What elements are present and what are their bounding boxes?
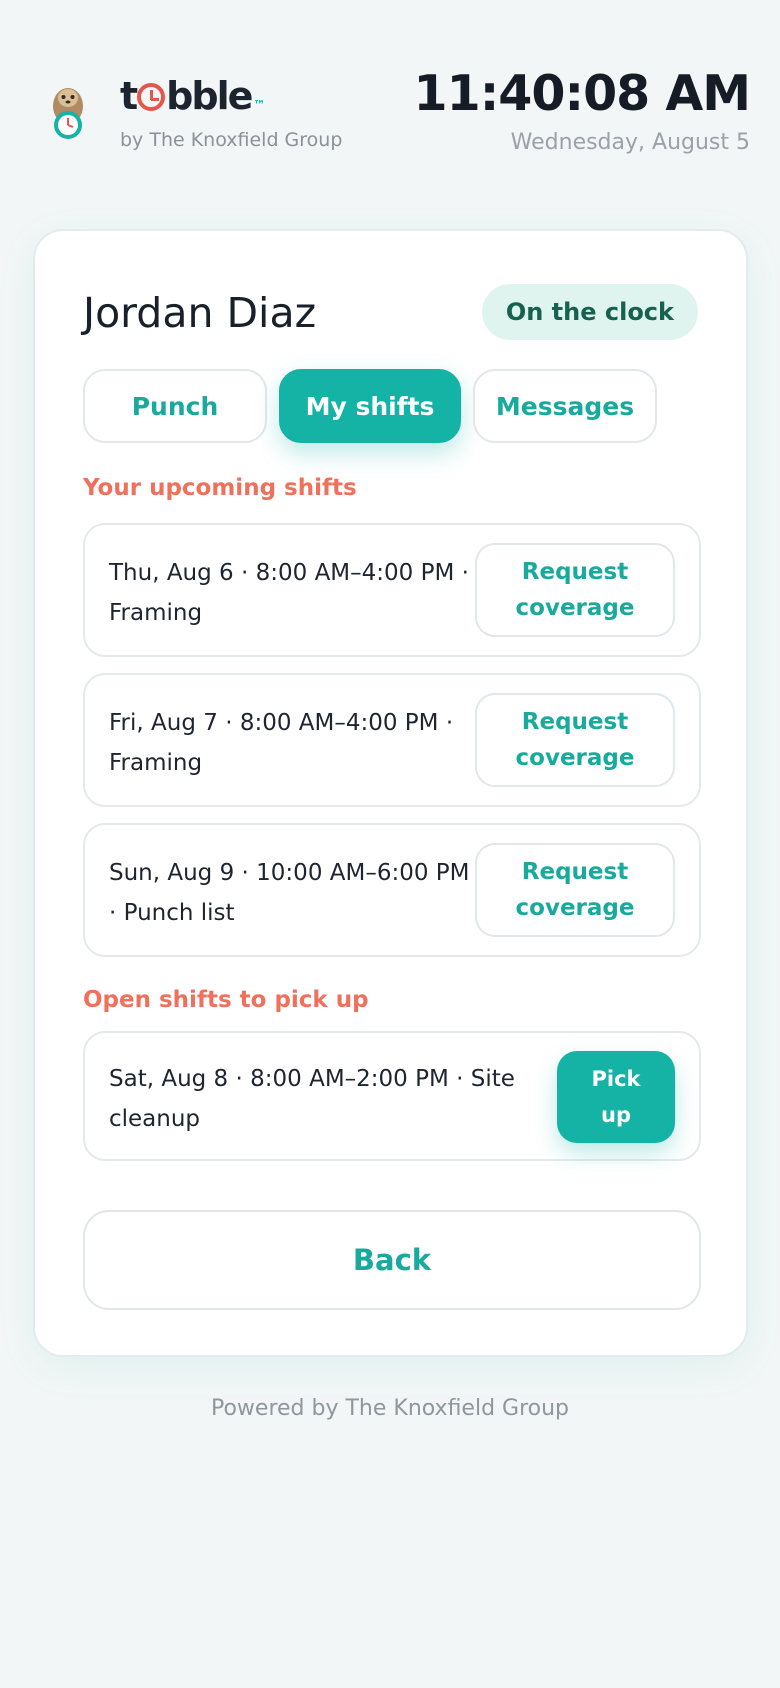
- brand: t bble ™ by The Knoxfield Group: [120, 74, 342, 151]
- upcoming-shifts-title: Your upcoming shifts: [83, 475, 357, 501]
- employee-card: Jordan Diaz On the clock Punch My shifts…: [33, 229, 748, 1357]
- header: t bble ™ by The Knoxfield Group 11:40:08…: [0, 0, 780, 200]
- kiosk-page: t bble ™ by The Knoxfield Group 11:40:08…: [0, 0, 780, 1688]
- shift-details: Sun, Aug 9 · 10:00 AM–6:00 PM · Punch li…: [109, 860, 470, 926]
- shift-details: Sat, Aug 8 · 8:00 AM–2:00 PM · Site clea…: [109, 1066, 515, 1132]
- clock-time: 11:40:08 AM: [413, 65, 751, 122]
- status-badge: On the clock: [481, 284, 698, 340]
- brand-name-suffix: bble: [166, 74, 253, 118]
- brand-name-prefix: t: [120, 74, 138, 118]
- request-coverage-button[interactable]: Request coverage: [475, 543, 675, 637]
- employee-name: Jordan Diaz: [83, 289, 317, 337]
- clock: 11:40:08 AM Wednesday, August 5: [413, 65, 751, 156]
- tab-punch[interactable]: Punch: [83, 369, 267, 443]
- tab-bar: Punch My shifts Messages: [83, 369, 701, 443]
- shift-details: Thu, Aug 6 · 8:00 AM–4:00 PM · Framing: [109, 560, 469, 626]
- brand-subtitle: by The Knoxfield Group: [120, 129, 343, 151]
- brand-logo: t bble ™: [120, 74, 342, 127]
- upcoming-shift-row: Thu, Aug 6 · 8:00 AM–4:00 PM · Framing R…: [83, 523, 701, 657]
- request-coverage-button[interactable]: Request coverage: [475, 693, 675, 787]
- request-coverage-button[interactable]: Request coverage: [475, 843, 675, 937]
- upcoming-shift-row: Fri, Aug 7 · 8:00 AM–4:00 PM · Framing R…: [83, 673, 701, 807]
- shift-details: Fri, Aug 7 · 8:00 AM–4:00 PM · Framing: [109, 710, 454, 776]
- open-shift-row: Sat, Aug 8 · 8:00 AM–2:00 PM · Site clea…: [83, 1031, 701, 1161]
- tab-messages[interactable]: Messages: [473, 369, 657, 443]
- trademark-mark: ™: [253, 98, 266, 112]
- footer: Powered by The Knoxfield Group: [210, 1396, 570, 1421]
- tab-my-shifts[interactable]: My shifts: [279, 369, 461, 443]
- pick-up-button[interactable]: Pick up: [557, 1051, 675, 1143]
- open-shifts-title: Open shifts to pick up: [83, 987, 369, 1013]
- back-button[interactable]: Back: [83, 1210, 701, 1310]
- clock-o-icon: [137, 83, 166, 111]
- upcoming-shift-row: Sun, Aug 9 · 10:00 AM–6:00 PM · Punch li…: [83, 823, 701, 957]
- sloth-clock-mascot-icon: [53, 88, 83, 139]
- clock-date: Wednesday, August 5: [510, 130, 750, 155]
